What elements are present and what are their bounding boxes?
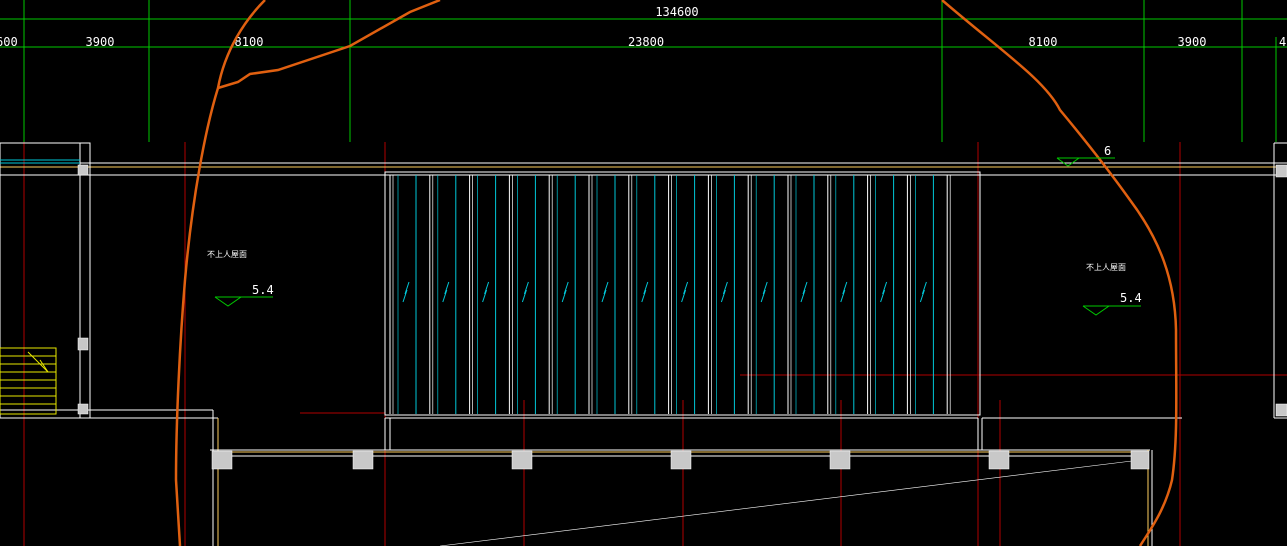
dimension-seg-3: 23800 — [628, 35, 664, 49]
glass-mark-icon — [521, 281, 529, 303]
dimension-seg-0: 600 — [0, 35, 18, 49]
level-markers — [214, 157, 1141, 316]
dimension-seg-6: 4 — [1279, 35, 1286, 49]
dimension-seg-5: 3900 — [1178, 35, 1207, 49]
glass-mark-icon — [760, 281, 768, 303]
glass-mark-icon — [601, 281, 609, 303]
glass-mark-icon — [561, 281, 569, 303]
level-label-top-right: 6 — [1104, 144, 1111, 158]
glass-mark-icon — [402, 281, 410, 303]
glass-mark-icon — [800, 281, 808, 303]
glass-mark-icon — [482, 281, 490, 303]
glass-mark-icon — [880, 281, 888, 303]
dimension-seg-1: 3900 — [86, 35, 115, 49]
glass-mark-icon — [720, 281, 728, 303]
level-label-left: 5.4 — [252, 283, 274, 297]
glass-mark-icon — [442, 281, 450, 303]
roof-note-left: 不上人屋面 — [207, 250, 247, 259]
roof-note-right: 不上人屋面 — [1086, 263, 1126, 272]
glass-mark-icon — [681, 281, 689, 303]
dimension-seg-2: 8100 — [235, 35, 264, 49]
glass-canopy — [384, 171, 981, 416]
glass-mark-icon — [919, 281, 927, 303]
glass-mark-icon — [840, 281, 848, 303]
stair — [0, 347, 57, 415]
level-label-right: 5.4 — [1120, 291, 1142, 305]
overall-dimension: 134600 — [655, 5, 698, 19]
glass-mark-icon — [641, 281, 649, 303]
dimension-grid — [0, 0, 1287, 142]
cad-drawing-canvas[interactable]: 134600 600 3900 8100 23800 8100 3900 4 — [0, 0, 1287, 546]
dimension-seg-4: 8100 — [1029, 35, 1058, 49]
